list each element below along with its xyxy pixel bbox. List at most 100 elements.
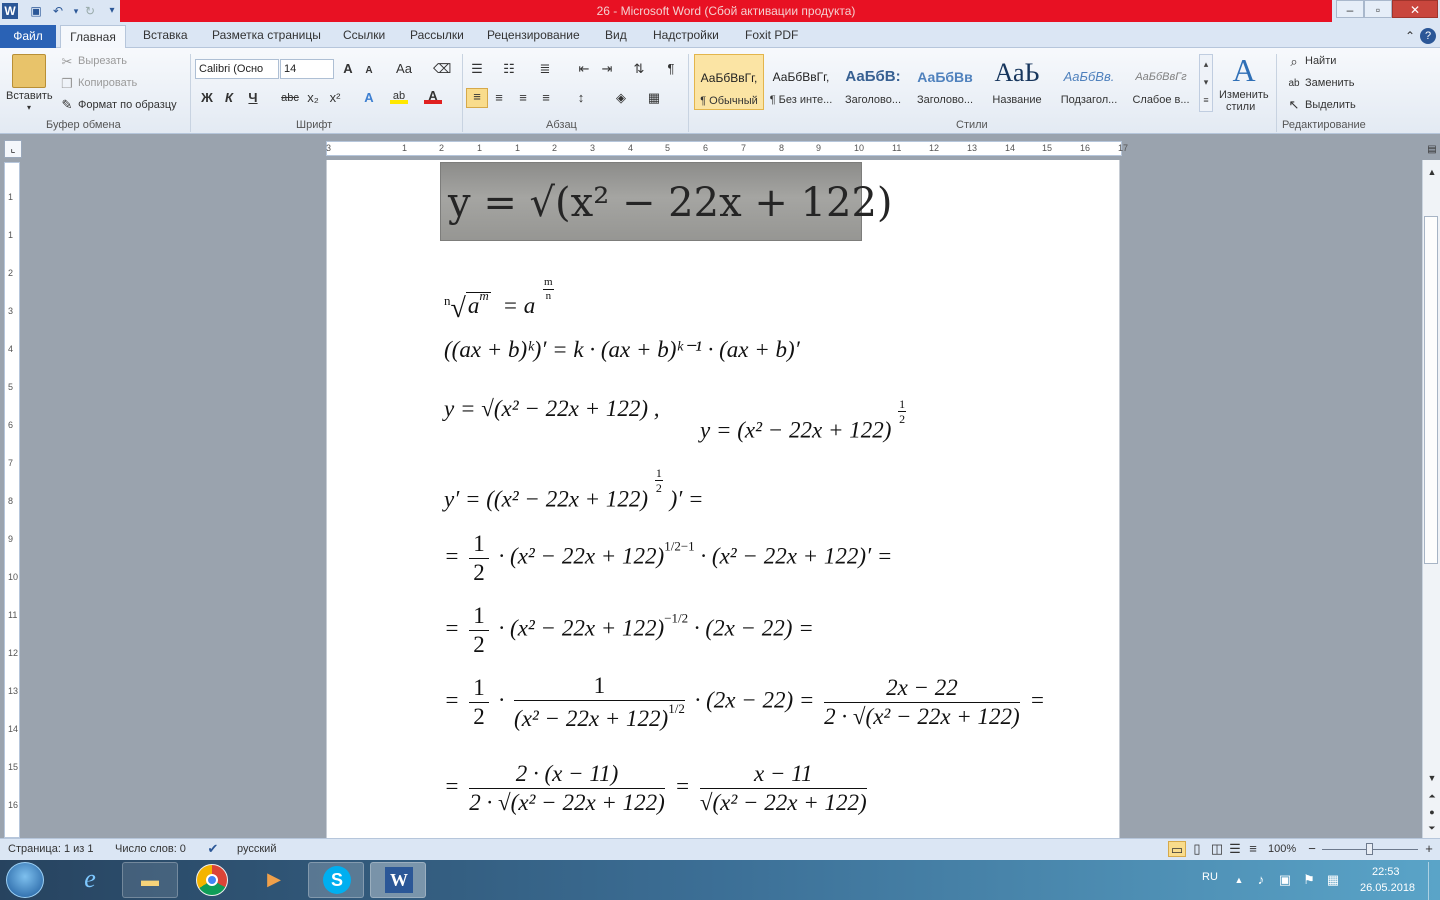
help-icon[interactable]: ? [1420, 28, 1436, 44]
tray-notes-icon[interactable]: ▣ [1276, 872, 1294, 888]
undo-icon[interactable]: ↶ [50, 3, 66, 19]
change-styles-label[interactable]: Изменить [1219, 89, 1269, 101]
next-page-icon[interactable]: ⏷ [1423, 820, 1440, 836]
internet-explorer-icon[interactable]: e [62, 862, 118, 898]
scroll-down-icon[interactable]: ▼ [1423, 770, 1440, 786]
word-count[interactable]: Число слов: 0 [115, 843, 186, 855]
web-layout-icon[interactable]: ◫ [1208, 841, 1226, 857]
zoom-slider-thumb[interactable] [1366, 843, 1373, 855]
change-styles-icon[interactable]: A [1228, 54, 1260, 86]
keyboard-language[interactable]: RU [1202, 871, 1218, 883]
language-indicator[interactable]: русский [237, 843, 276, 855]
clear-formatting-icon[interactable]: ⌫ [433, 61, 451, 77]
font-color-button[interactable]: A [424, 88, 442, 104]
skype-icon[interactable]: S [308, 862, 364, 898]
outline-icon[interactable]: ☰ [1226, 841, 1244, 857]
font-size-combo[interactable]: 14 [280, 59, 334, 79]
word-app-icon[interactable]: W [2, 3, 18, 19]
save-icon[interactable]: ▣ [28, 3, 44, 19]
tab-home[interactable]: Главная [60, 25, 126, 49]
tab-selector-icon[interactable]: ⌞ [4, 140, 22, 158]
style-heading-2[interactable]: АаБбВв Заголово... [910, 54, 980, 110]
shrink-font-icon[interactable]: A [360, 63, 378, 79]
increase-indent-icon[interactable]: ⇥ [598, 61, 616, 77]
replace-icon[interactable]: ab [1285, 76, 1303, 92]
volume-icon[interactable]: ♪ [1252, 872, 1270, 888]
styles-scroll-icon[interactable]: ▴ ▾ ≡ [1199, 54, 1213, 112]
zoom-level[interactable]: 100% [1268, 843, 1296, 855]
select-icon[interactable]: ↖ [1285, 97, 1303, 113]
style-heading-1[interactable]: АаБбВ: Заголово... [838, 54, 908, 110]
align-right-icon[interactable]: ≡ [514, 90, 532, 106]
paste-icon[interactable] [12, 54, 46, 88]
format-painter-button[interactable]: Формат по образцу [78, 99, 177, 111]
zoom-in-icon[interactable]: + [1420, 841, 1438, 857]
change-styles-label-2[interactable]: стили [1226, 101, 1255, 113]
chrome-icon[interactable] [184, 862, 240, 898]
change-case-icon[interactable]: Aa [392, 61, 416, 77]
maximize-button[interactable]: ▫ [1364, 0, 1392, 18]
page-count[interactable]: Страница: 1 из 1 [8, 843, 94, 855]
bold-button[interactable]: Ж [198, 90, 216, 106]
highlight-button[interactable]: ab [390, 88, 408, 104]
full-screen-reading-icon[interactable]: ▯ [1188, 841, 1206, 857]
find-button[interactable]: Найти [1305, 55, 1336, 67]
tab-foxit-pdf[interactable]: Foxit PDF [745, 28, 798, 42]
tray-flag-icon[interactable]: ⚑ [1300, 872, 1318, 888]
subscript-button[interactable]: x₂ [304, 90, 322, 106]
clock-time[interactable]: 22:53 [1372, 866, 1400, 878]
strikethrough-button[interactable]: abc [278, 90, 302, 106]
scroll-up-icon[interactable]: ▲ [1423, 164, 1440, 180]
decrease-indent-icon[interactable]: ⇤ [575, 61, 593, 77]
copy-button[interactable]: Копировать [78, 77, 137, 89]
borders-icon[interactable]: ▦ [645, 90, 663, 106]
proofing-icon[interactable]: ✔ [204, 841, 222, 857]
tab-review[interactable]: Рецензирование [487, 28, 580, 42]
italic-button[interactable]: К [220, 90, 238, 106]
scrollbar-thumb[interactable] [1424, 216, 1438, 564]
minimize-button[interactable]: – [1336, 0, 1364, 18]
media-player-icon[interactable]: ▶ [246, 862, 302, 898]
show-formatting-icon[interactable]: ¶ [662, 61, 680, 77]
start-button[interactable] [6, 862, 44, 898]
grow-font-icon[interactable]: A [339, 61, 357, 77]
print-layout-icon[interactable]: ▭ [1168, 841, 1186, 857]
file-explorer-icon[interactable]: ▬ [122, 862, 178, 898]
style-subtle-emphasis[interactable]: АаБбВвГг Слабое в... [1126, 54, 1196, 110]
view-ruler-icon[interactable]: ▤ [1423, 142, 1440, 158]
browse-object-icon[interactable]: ● [1423, 804, 1440, 820]
style-normal[interactable]: АаБбВвГг, ¶ Обычный [694, 54, 764, 110]
cut-button[interactable]: Вырезать [78, 55, 127, 67]
network-icon[interactable]: ▦ [1324, 872, 1342, 888]
justify-icon[interactable]: ≡ [537, 90, 555, 106]
paste-button[interactable]: Вставить [6, 90, 53, 102]
close-button[interactable]: ✕ [1392, 0, 1438, 18]
align-left-icon[interactable]: ≡ [466, 88, 488, 108]
tab-page-layout[interactable]: Разметка страницы [212, 28, 321, 42]
tab-references[interactable]: Ссылки [343, 28, 385, 42]
align-center-icon[interactable]: ≡ [490, 90, 508, 106]
draft-icon[interactable]: ≡ [1244, 841, 1262, 857]
collapse-ribbon-icon[interactable]: ⌃ [1402, 28, 1418, 44]
tray-expand-icon[interactable]: ▲ [1230, 872, 1248, 888]
tab-mailings[interactable]: Рассылки [410, 28, 464, 42]
line-spacing-icon[interactable]: ↕ [572, 90, 590, 106]
style-no-spacing[interactable]: АаБбВвГг, ¶ Без инте... [766, 54, 836, 110]
tab-view[interactable]: Вид [605, 28, 627, 42]
tab-file[interactable]: Файл [0, 25, 56, 48]
previous-page-icon[interactable]: ⏶ [1423, 788, 1440, 804]
select-button[interactable]: Выделить [1305, 99, 1356, 111]
multilevel-list-icon[interactable]: ≣ [536, 61, 554, 77]
sort-icon[interactable]: ⇅ [630, 61, 648, 77]
word-taskbar-icon[interactable]: W [370, 862, 426, 898]
find-icon[interactable]: ⌕ [1285, 54, 1303, 70]
show-desktop-button[interactable] [1428, 862, 1440, 900]
text-effects-button[interactable]: A [360, 90, 378, 106]
replace-button[interactable]: Заменить [1305, 77, 1354, 89]
numbering-icon[interactable]: ☷ [500, 61, 518, 77]
paste-dropdown-icon[interactable]: ▾ [27, 103, 31, 112]
qat-customize-icon[interactable]: ▾ [104, 3, 120, 19]
superscript-button[interactable]: x² [326, 90, 344, 106]
tab-addins[interactable]: Надстройки [653, 28, 719, 42]
tab-insert[interactable]: Вставка [143, 28, 188, 42]
